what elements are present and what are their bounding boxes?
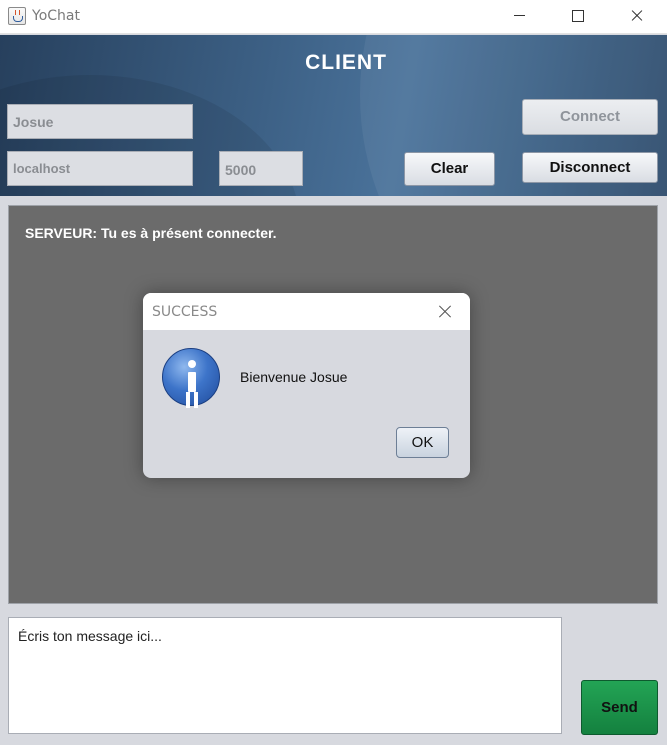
ok-button[interactable]: OK xyxy=(396,427,449,458)
maximize-icon[interactable] xyxy=(555,0,601,32)
connection-header: CLIENT Josue localhost 5000 Clear Connec… xyxy=(0,35,667,196)
dialog-title: SUCCESS xyxy=(152,304,218,320)
send-button[interactable]: Send xyxy=(581,680,658,735)
dialog-message: Bienvenue Josue xyxy=(240,369,348,385)
chat-message: SERVEUR: Tu es à présent connecter. xyxy=(25,225,277,241)
host-field[interactable]: localhost xyxy=(7,151,193,186)
java-app-icon xyxy=(8,7,26,25)
window-title: YoChat xyxy=(32,8,80,24)
close-icon[interactable] xyxy=(614,0,660,32)
dialog-titlebar: SUCCESS xyxy=(143,293,470,330)
dialog-close-icon[interactable] xyxy=(437,303,453,319)
disconnect-button[interactable]: Disconnect xyxy=(522,152,658,183)
success-dialog: SUCCESS Bienvenue Josue OK xyxy=(143,293,470,478)
port-field[interactable]: 5000 xyxy=(219,151,303,186)
connect-button[interactable]: Connect xyxy=(522,99,658,135)
window-titlebar: YoChat xyxy=(0,0,667,34)
username-field[interactable]: Josue xyxy=(7,104,193,139)
info-icon xyxy=(162,348,220,406)
message-input[interactable]: Écris ton message ici... xyxy=(8,617,562,734)
page-title: CLIENT xyxy=(305,51,387,74)
clear-button[interactable]: Clear xyxy=(404,152,495,186)
minimize-icon[interactable] xyxy=(497,0,543,32)
